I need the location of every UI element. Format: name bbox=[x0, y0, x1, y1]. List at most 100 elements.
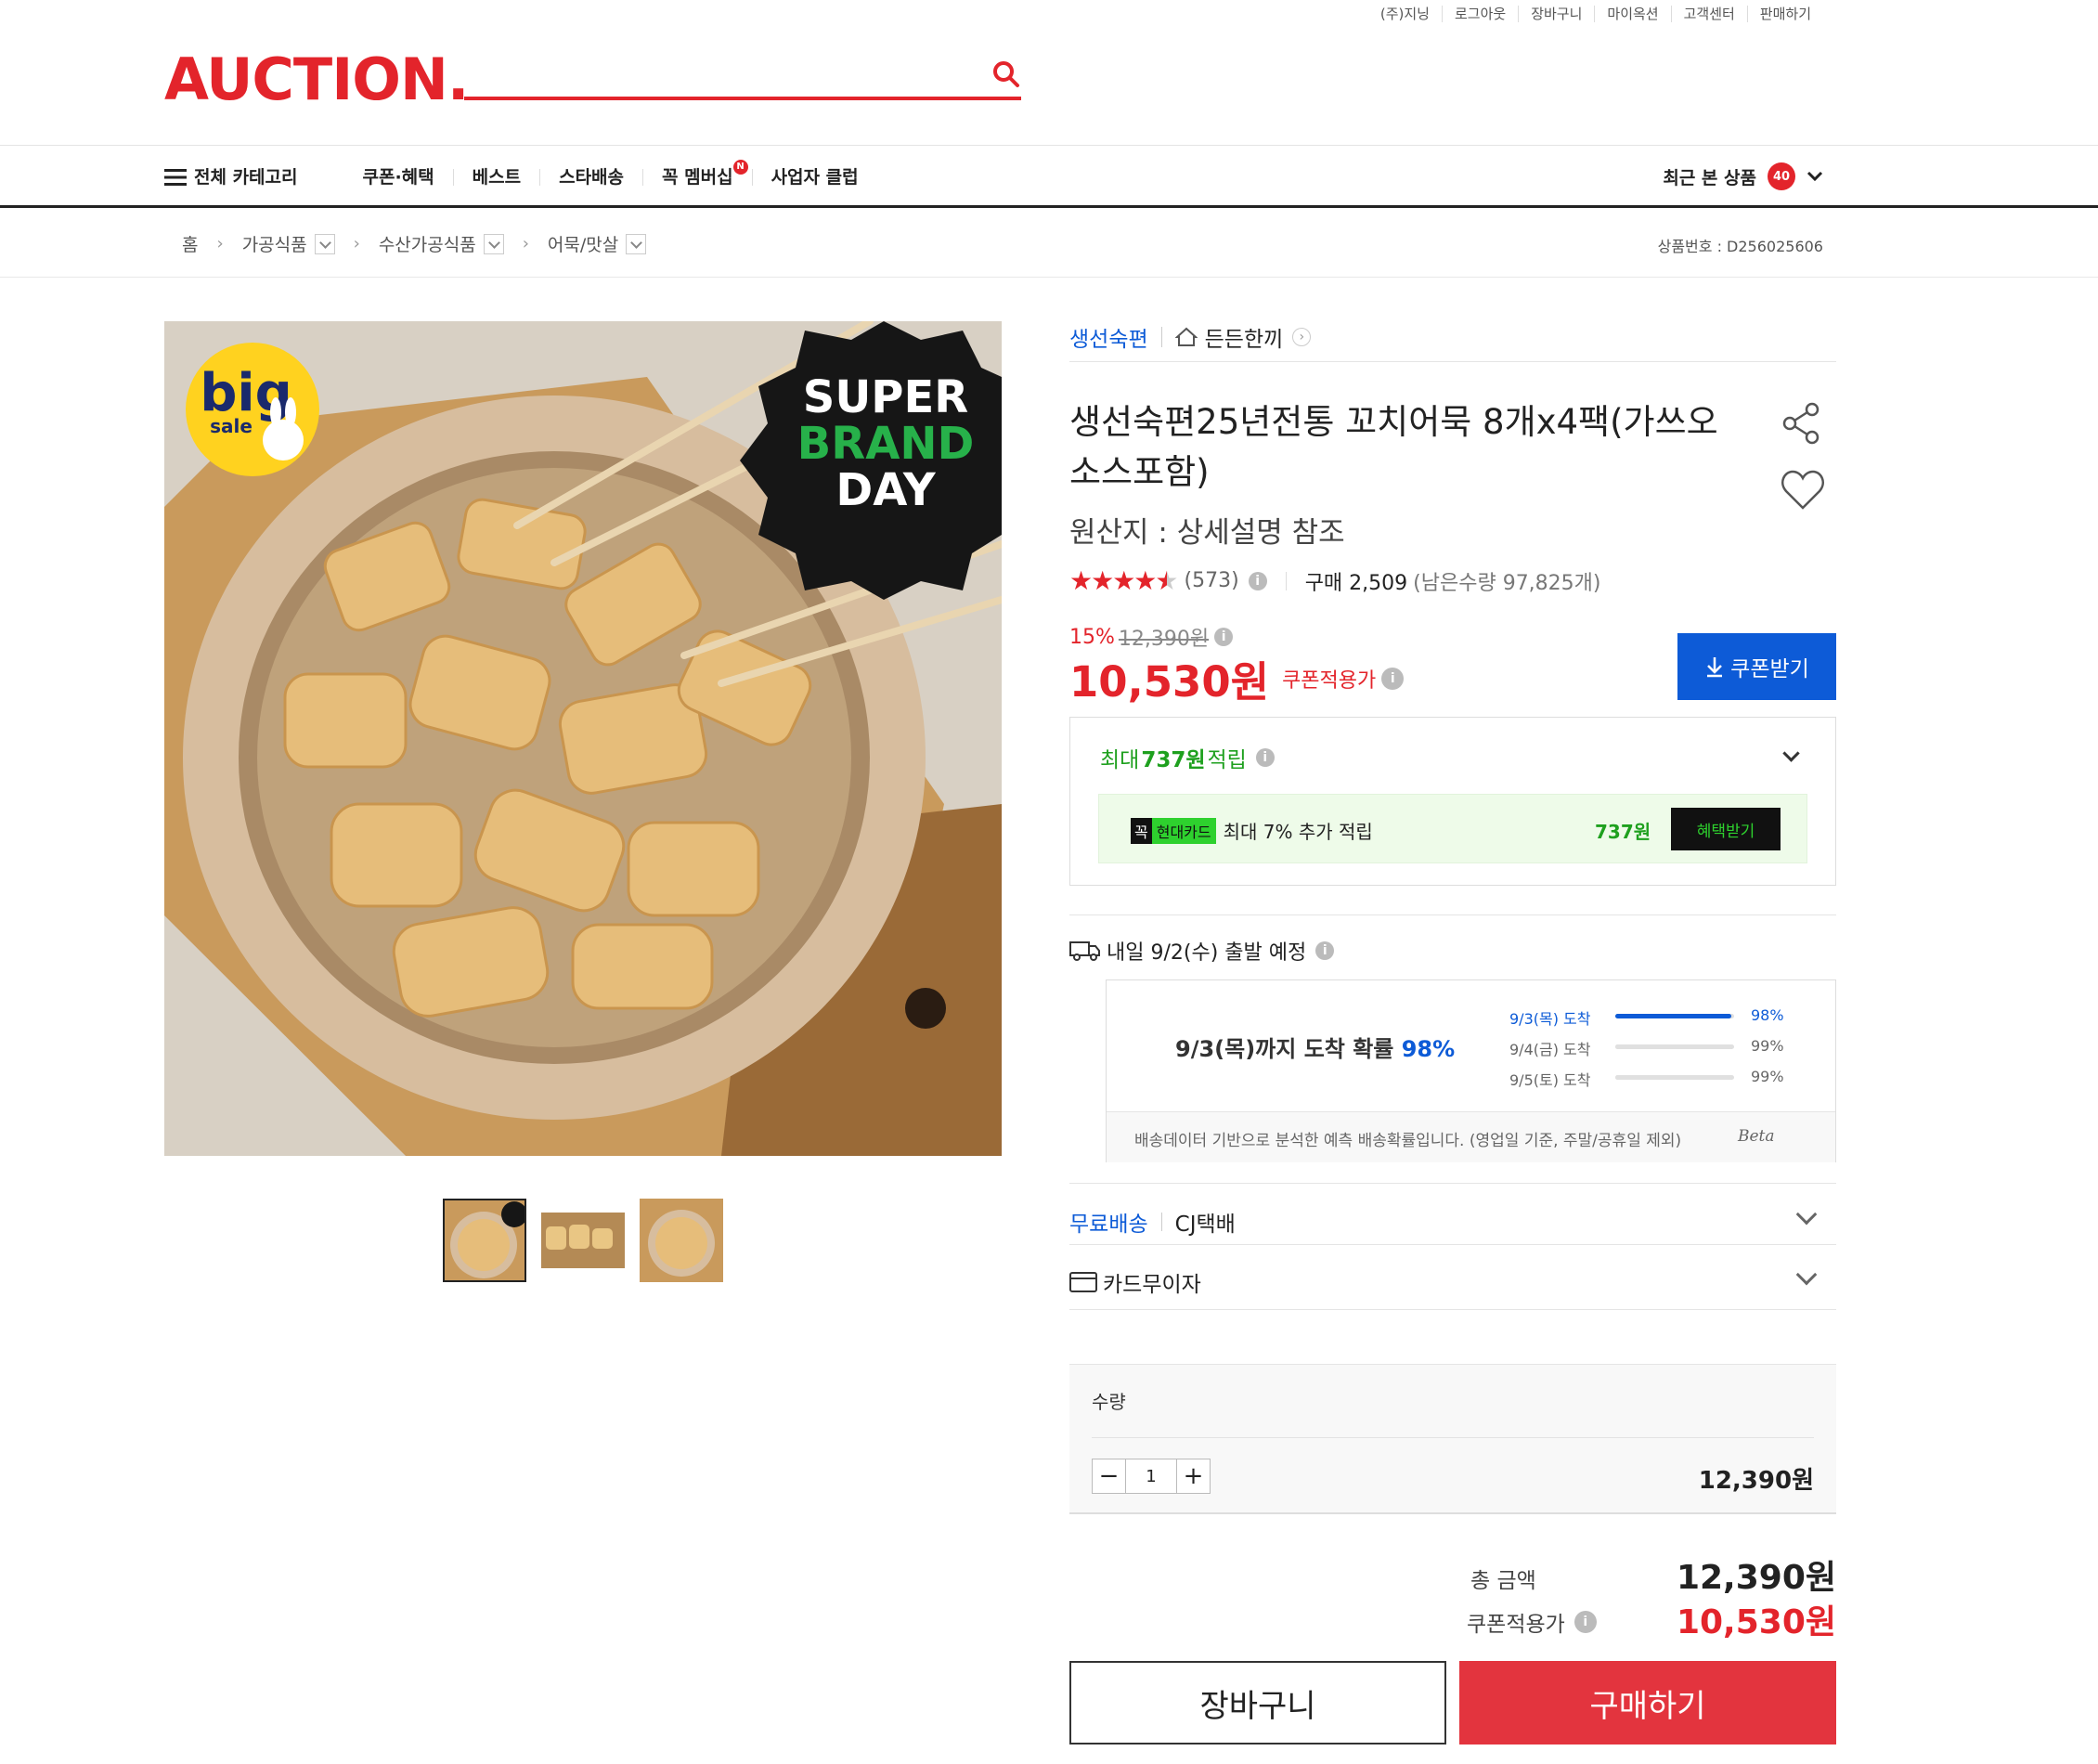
coupon-total-label: 쿠폰적용가 bbox=[1467, 1613, 1565, 1637]
final-price-label: 쿠폰적용가 bbox=[1282, 668, 1377, 693]
nav-coupon[interactable]: 쿠폰·혜택 bbox=[344, 169, 453, 187]
crumb-home[interactable]: 홈 bbox=[182, 231, 198, 256]
util-customer-center[interactable]: 고객센터 bbox=[1670, 6, 1747, 22]
util-sell[interactable]: 판매하기 bbox=[1746, 6, 1823, 22]
auction-logo[interactable]: AUCTION. bbox=[164, 51, 469, 109]
svg-text:SUPER: SUPER bbox=[803, 371, 968, 423]
thumbnail-1[interactable] bbox=[443, 1199, 526, 1282]
util-my-auction[interactable]: 마이옥션 bbox=[1594, 6, 1670, 22]
global-nav: 전체 카테고리 쿠폰·혜택 베스트 스타배송 꼭 멤버십 N 사업자 클럽 최근… bbox=[0, 145, 2098, 208]
departure-text: 내일 9/2(수) 출발 예정 bbox=[1107, 941, 1307, 965]
big-sale-badge: big sale bbox=[186, 343, 319, 476]
svg-text:BRAND: BRAND bbox=[797, 418, 975, 470]
prob-row-pct: 98% bbox=[1751, 1006, 1784, 1024]
store-link[interactable]: 든든한끼 bbox=[1205, 321, 1284, 353]
free-shipping-row[interactable]: 무료배송 CJ택배 bbox=[1069, 1202, 1836, 1241]
util-cart[interactable]: 장바구니 bbox=[1518, 6, 1594, 22]
chevron-down-icon[interactable] bbox=[1795, 1203, 1818, 1226]
reward-suffix: 적립 bbox=[1207, 748, 1247, 772]
prob-row-label: 9/5(토) 도착 bbox=[1509, 1071, 1591, 1089]
review-count[interactable]: (573) bbox=[1185, 569, 1239, 592]
all-category-label: 전체 카테고리 bbox=[194, 167, 298, 188]
quantity-input[interactable]: 1 bbox=[1126, 1459, 1176, 1493]
card-installment-row[interactable]: 카드무이자 bbox=[1069, 1263, 1836, 1302]
discount-rate: 15% bbox=[1069, 625, 1115, 649]
card-installment-label: 카드무이자 bbox=[1103, 1273, 1201, 1297]
star-rating[interactable]: ★★★★★ bbox=[1069, 565, 1179, 596]
info-icon[interactable]: i bbox=[1255, 748, 1275, 767]
util-user[interactable]: (주)지닝 bbox=[1368, 6, 1442, 22]
coupon-download-button[interactable]: 쿠폰받기 bbox=[1677, 633, 1836, 700]
cart-button[interactable]: 장바구니 bbox=[1069, 1661, 1446, 1745]
nav-best[interactable]: 베스트 bbox=[452, 169, 539, 187]
new-badge: N bbox=[732, 160, 748, 175]
prob-value: 98% bbox=[1401, 1036, 1456, 1062]
info-icon[interactable]: i bbox=[1248, 571, 1267, 590]
coupon-button-label: 쿠폰받기 bbox=[1730, 657, 1809, 681]
share-icon[interactable] bbox=[1781, 402, 1823, 448]
crumb-dropdown-2[interactable] bbox=[483, 233, 504, 254]
coupon-total-row: 쿠폰적용가 i bbox=[1467, 1606, 1597, 1638]
info-icon[interactable]: i bbox=[1315, 941, 1335, 960]
nav-membership[interactable]: 꼭 멤버십 N bbox=[642, 160, 752, 188]
quantity-price: 12,390원 bbox=[1698, 1467, 1814, 1495]
final-price-row: 10,530원 쿠폰적용가 i bbox=[1069, 648, 1405, 708]
info-icon[interactable]: i bbox=[1214, 628, 1234, 646]
breadcrumb: 홈 › 가공식품 › 수산가공식품 › 어묵/맛살 상품번호 : D256025… bbox=[0, 210, 2098, 278]
card-icon bbox=[1069, 1272, 1097, 1292]
beta-label: Beta bbox=[1738, 1127, 1775, 1146]
recent-products-button[interactable]: 최근 본 상품 40 bbox=[1663, 162, 1823, 190]
purchase-count: 구매 2,509 bbox=[1304, 571, 1408, 595]
quantity-label: 수량 bbox=[1092, 1391, 1126, 1413]
nav-star-delivery[interactable]: 스타배송 bbox=[539, 169, 642, 187]
crumb-dropdown-3[interactable] bbox=[626, 233, 647, 254]
quantity-stepper[interactable]: − 1 + bbox=[1092, 1459, 1211, 1494]
product-main-image: SUPER BRAND DAY big sale bbox=[164, 321, 1002, 1156]
card-text: 최대 7% 추가 적립 bbox=[1223, 821, 1373, 843]
carrier-label: CJ택배 bbox=[1174, 1213, 1236, 1237]
all-category-button[interactable]: 전체 카테고리 bbox=[164, 168, 317, 187]
info-icon[interactable]: i bbox=[1381, 667, 1405, 690]
nav-membership-label: 꼭 멤버십 bbox=[662, 167, 733, 188]
origin-text: 원산지 : 상세설명 참조 bbox=[1069, 516, 1345, 550]
crumb-dropdown-1[interactable] bbox=[314, 233, 335, 254]
nav-business-club[interactable]: 사업자 클럽 bbox=[751, 169, 877, 187]
crumb-seafood[interactable]: 수산가공식품 bbox=[379, 231, 476, 256]
prob-row-label: 9/3(목) 도착 bbox=[1509, 1010, 1591, 1028]
brand-link[interactable]: 생선숙편 bbox=[1069, 321, 1148, 353]
buy-button[interactable]: 구매하기 bbox=[1459, 1661, 1836, 1745]
crumb-fishcake[interactable]: 어묵/맛살 bbox=[548, 231, 618, 256]
chevron-down-icon[interactable] bbox=[1782, 745, 1800, 762]
recent-label: 최근 본 상품 bbox=[1663, 167, 1756, 188]
prob-bar-track bbox=[1615, 1075, 1734, 1080]
thumbnail-2[interactable] bbox=[541, 1199, 625, 1282]
prob-text: 9/3(목)까지 도착 확률 bbox=[1175, 1036, 1394, 1062]
reward-title[interactable]: 최대 737원 적립 i bbox=[1100, 742, 1275, 773]
heart-icon[interactable] bbox=[1781, 470, 1825, 514]
product-title: 생선숙편25년전통 꼬치어묵 8개x4팩(가쓰오 소스포함) bbox=[1069, 397, 1756, 498]
product-title-line1: 생선숙편25년전통 꼬치어묵 8개x4팩(가쓰오 bbox=[1069, 402, 1718, 442]
remain-count: (남은수량 97,825개) bbox=[1413, 571, 1601, 595]
search-input[interactable] bbox=[464, 46, 1021, 100]
truck-icon bbox=[1069, 941, 1100, 961]
info-icon[interactable]: i bbox=[1574, 1611, 1597, 1633]
minus-icon[interactable]: − bbox=[1093, 1459, 1126, 1493]
prob-row-label: 9/4(금) 도착 bbox=[1509, 1041, 1591, 1058]
search-icon[interactable] bbox=[991, 59, 1021, 93]
prob-bar-fill bbox=[1615, 1014, 1732, 1018]
card-benefit-button[interactable]: 혜택받기 bbox=[1671, 808, 1781, 850]
plus-icon[interactable]: + bbox=[1176, 1459, 1210, 1493]
chevron-down-icon[interactable] bbox=[1795, 1264, 1818, 1286]
card-benefit-row: 꼭 현대카드 최대 7% 추가 적립 737원 혜택받기 bbox=[1098, 794, 1807, 863]
chevron-right-icon[interactable]: › bbox=[1292, 328, 1312, 346]
prob-bar-track bbox=[1615, 1044, 1734, 1049]
thumbnail-3[interactable] bbox=[640, 1199, 723, 1282]
prob-bar-track bbox=[1615, 1014, 1734, 1018]
download-icon bbox=[1707, 657, 1723, 678]
prob-bar-fill bbox=[1615, 1075, 1733, 1080]
card-amount: 737원 bbox=[1595, 821, 1651, 843]
crumb-processed-food[interactable]: 가공식품 bbox=[242, 231, 307, 256]
free-shipping-label: 무료배송 bbox=[1069, 1213, 1148, 1237]
util-logout[interactable]: 로그아웃 bbox=[1441, 6, 1518, 22]
reward-box: 최대 737원 적립 i 꼭 현대카드 최대 7% 추가 적립 737원 혜택받… bbox=[1069, 717, 1836, 886]
